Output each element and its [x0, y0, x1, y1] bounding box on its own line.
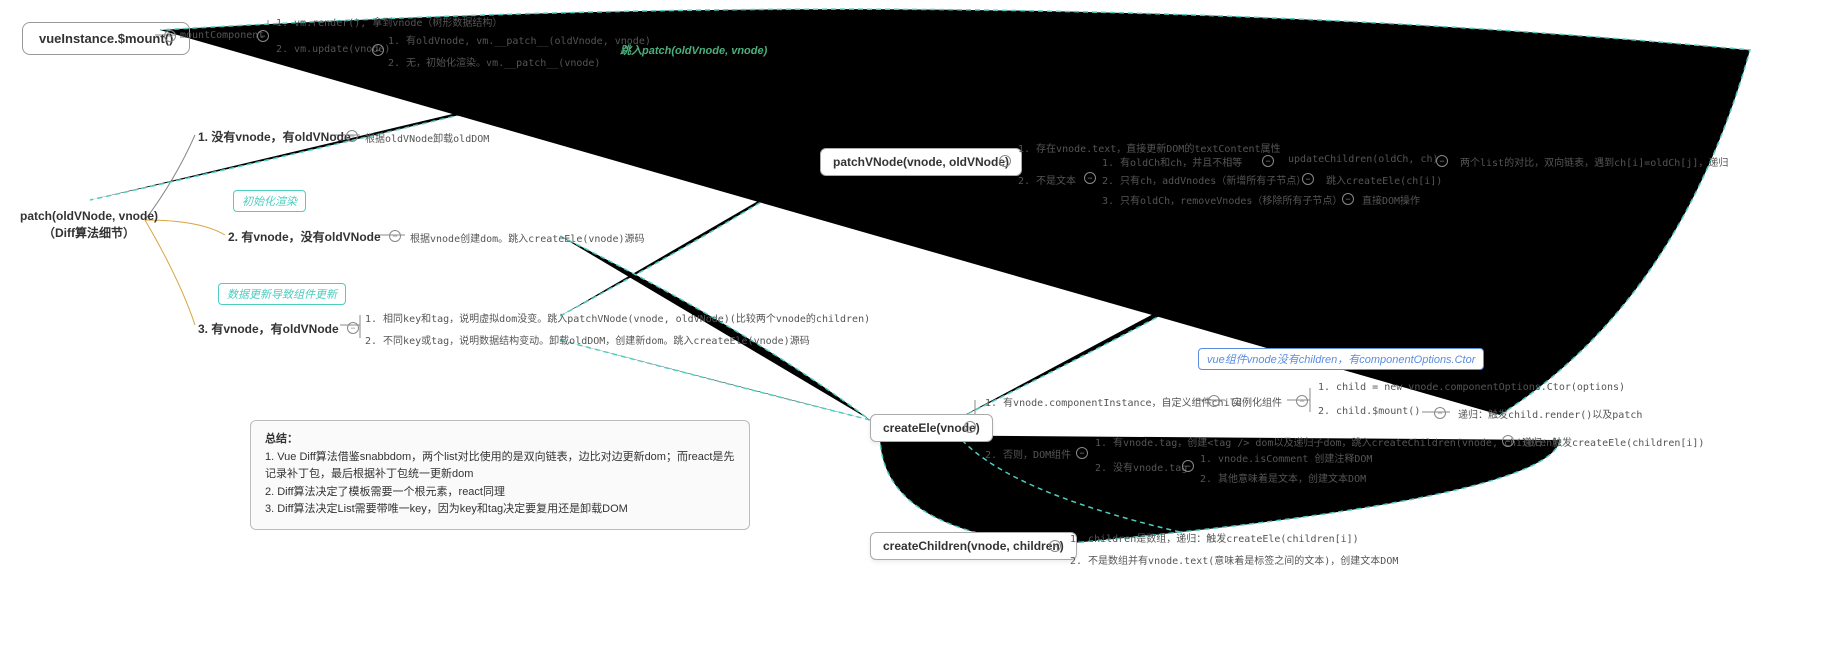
patchvnode-a2: 2. 不是文本: [1018, 172, 1076, 187]
createchildren-a2: 2. 不是数组并有vnode.text(意味着是标签之间的文本)，创建文本DOM: [1070, 552, 1398, 567]
patchvnode-c1d: updateChildren(oldCh, ch): [1288, 154, 1439, 165]
createele-a2s2b: 2. 其他意味着是文本，创建文本DOM: [1200, 470, 1366, 485]
patchvnode-c2d: 跳入createEle(ch[i]): [1326, 172, 1442, 187]
toggle-icon[interactable]: −: [347, 322, 359, 334]
mount-component[interactable]: mountComponent: [180, 30, 264, 41]
patchvnode-c3d: 直接DOM操作: [1362, 192, 1420, 207]
createele-a1s2: 2. child.$mount(): [1318, 406, 1420, 417]
toggle-icon[interactable]: −: [1049, 540, 1061, 552]
patch-b3-tag: 数据更新导致组件更新: [218, 283, 346, 305]
toggle-icon[interactable]: −: [1302, 173, 1314, 185]
toggle-icon[interactable]: −: [1084, 172, 1096, 184]
mount-step1: 1. vm.render(), 拿到vnode（树形数据结构）: [276, 14, 502, 29]
patchvnode-c3: 3. 只有oldCh，removeVnodes（移除所有子节点）: [1102, 192, 1342, 207]
patch-b2[interactable]: 2. 有vnode，没有oldVNode: [228, 228, 381, 245]
patchvnode-a1: 1. 存在vnode.text，直接更新DOM的textContent属性: [1018, 140, 1281, 155]
createele-tag: vue组件vnode没有children，有componentOptions.C…: [1198, 348, 1484, 370]
patch-b3[interactable]: 3. 有vnode，有oldVNode: [198, 320, 339, 337]
createele-a1: 1. 有vnode.componentInstance，自定义组件child: [985, 394, 1242, 409]
toggle-icon[interactable]: −: [1436, 155, 1448, 167]
toggle-icon[interactable]: −: [372, 44, 384, 56]
patch-b3-s1: 1. 相同key和tag，说明虚拟dom没变。跳入patchVNode(vnod…: [365, 310, 870, 325]
summary-l3: 3. Diff算法决定List需要带唯一key，因为key和tag决定要复用还是…: [265, 501, 735, 519]
patch-b1-detail: 根据oldVNode卸载oldDOM: [365, 130, 489, 145]
toggle-icon[interactable]: −: [1182, 460, 1194, 472]
toggle-icon[interactable]: −: [964, 421, 976, 433]
root-mount-label: vueInstance.$mount(): [39, 31, 173, 46]
summary-l1: 1. Vue Diff算法借鉴snabbdom，两个list对比使用的是双向链表…: [265, 449, 735, 484]
patch-b2-detail: 根据vnode创建dom。跳入createEle(vnode)源码: [410, 230, 645, 245]
toggle-icon[interactable]: −: [346, 130, 358, 142]
createele-a1s2d: 递归：触发child.render()以及patch: [1458, 406, 1642, 421]
toggle-icon[interactable]: −: [1296, 395, 1308, 407]
createele-a1s1: 1. child = new vnode.componentOptions.Ct…: [1318, 382, 1625, 393]
summary-box: 总结： 1. Vue Diff算法借鉴snabbdom，两个list对比使用的是…: [250, 420, 750, 530]
patchvnode-box[interactable]: patchVNode(vnode, oldVNode): [820, 148, 1022, 176]
patchvnode-c1: 1. 有oldCh和ch，并且不相等: [1102, 154, 1242, 169]
toggle-icon[interactable]: −: [1262, 155, 1274, 167]
mount-sub1: 1. 有oldVnode, vm.__patch__(oldVnode, vno…: [388, 32, 651, 47]
toggle-icon[interactable]: −: [257, 30, 269, 42]
mount-sub2: 2. 无，初始化渲染。vm.__patch__(vnode): [388, 54, 600, 69]
toggle-icon[interactable]: −: [999, 155, 1011, 167]
createele-a2s2a: 1. vnode.isComment 创建注释DOM: [1200, 450, 1372, 465]
toggle-icon[interactable]: −: [164, 30, 176, 42]
createchildren-a1: 1. children是数组，递归：触发createEle(children[i…: [1070, 530, 1359, 545]
toggle-icon[interactable]: −: [1434, 407, 1446, 419]
toggle-icon[interactable]: −: [1502, 435, 1514, 447]
toggle-icon[interactable]: −: [389, 230, 401, 242]
createele-a2s1d: 递归：触发createEle(children[i]): [1522, 434, 1704, 449]
patchvnode-c1e: 两个list的对比，双向链表，遇到ch[i]=oldCh[j]，递归: [1460, 154, 1728, 169]
toggle-icon[interactable]: −: [1208, 395, 1220, 407]
patch-b3-s2: 2. 不同key或tag，说明数据结构变动。卸载oldDOM，创建新dom。跳入…: [365, 332, 810, 347]
createele-a2s1: 1. 有vnode.tag，创建<tag /> dom以及递归子dom，跳入cr…: [1095, 434, 1558, 449]
patch-b2-tag: 初始化渲染: [233, 190, 306, 212]
patch-b1[interactable]: 1. 没有vnode，有oldVNode: [198, 128, 351, 145]
toggle-icon[interactable]: −: [1076, 447, 1088, 459]
patch-root-label: patch(oldVNode, vnode)（Diff算法细节）: [20, 209, 158, 240]
createele-a2s2: 2. 没有vnode.tag: [1095, 459, 1187, 474]
createele-a2: 2. 否则，DOM组件: [985, 446, 1071, 461]
summary-title: 总结：: [265, 431, 735, 449]
mount-callout: 跳入patch(oldVnode, vnode): [620, 42, 767, 58]
toggle-icon[interactable]: −: [1342, 193, 1354, 205]
createele-a1d: 实例化组件: [1232, 394, 1282, 409]
patchvnode-c2: 2. 只有ch，addVnodes（新增所有子节点）: [1102, 172, 1306, 187]
summary-l2: 2. Diff算法决定了模板需要一个根元素，react同理: [265, 484, 735, 502]
patch-root[interactable]: patch(oldVNode, vnode)（Diff算法细节）: [20, 208, 158, 242]
createchildren-box[interactable]: createChildren(vnode, children): [870, 532, 1077, 560]
